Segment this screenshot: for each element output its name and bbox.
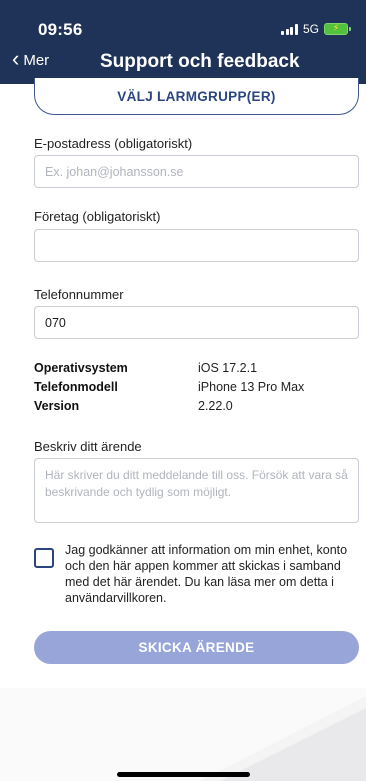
back-button[interactable]: ‹ Mer (12, 46, 50, 71)
network-type: 5G (302, 22, 319, 36)
info-value: 2.22.0 (198, 399, 233, 413)
info-key: Version (34, 399, 80, 413)
info-key: Telefonmodell (34, 380, 118, 394)
footer-background (0, 688, 366, 781)
company-field[interactable] (34, 229, 359, 262)
info-value: iPhone 13 Pro Max (198, 380, 305, 394)
status-time: 09:56 (38, 20, 83, 39)
signal-icon (281, 23, 298, 35)
app-header: 09:56 5G ⚡ ‹ Mer Support och feedback (0, 0, 366, 84)
battery-icon: ⚡ (324, 23, 351, 35)
company-label: Företag (obligatoriskt) (34, 209, 161, 224)
phone-label: Telefonnummer (34, 287, 124, 302)
page-title: Support och feedback (100, 51, 300, 72)
chevron-left-icon: ‹ (12, 46, 20, 71)
info-key: Operativsystem (34, 361, 128, 375)
info-value: iOS 17.2.1 (198, 361, 258, 375)
phone-field[interactable]: 070 (34, 306, 359, 339)
back-label: Mer (23, 52, 50, 69)
submit-button[interactable]: SKICKA ÄRENDE (34, 631, 359, 664)
consent-checkbox[interactable] (34, 548, 54, 568)
status-indicators: 5G ⚡ (281, 22, 351, 36)
select-alarm-group-button[interactable]: VÄLJ LARMGRUPP(ER) (34, 78, 359, 115)
description-label: Beskriv ditt ärende (34, 439, 142, 454)
email-field[interactable]: Ex. johan@johansson.se (34, 155, 359, 188)
home-indicator[interactable] (117, 772, 250, 777)
email-label: E-postadress (obligatoriskt) (34, 136, 193, 151)
consent-text: Jag godkänner att information om min enh… (65, 543, 348, 605)
description-textarea[interactable]: Här skriver du ditt meddelande till oss.… (34, 458, 359, 523)
footer-decoration (0, 688, 366, 781)
